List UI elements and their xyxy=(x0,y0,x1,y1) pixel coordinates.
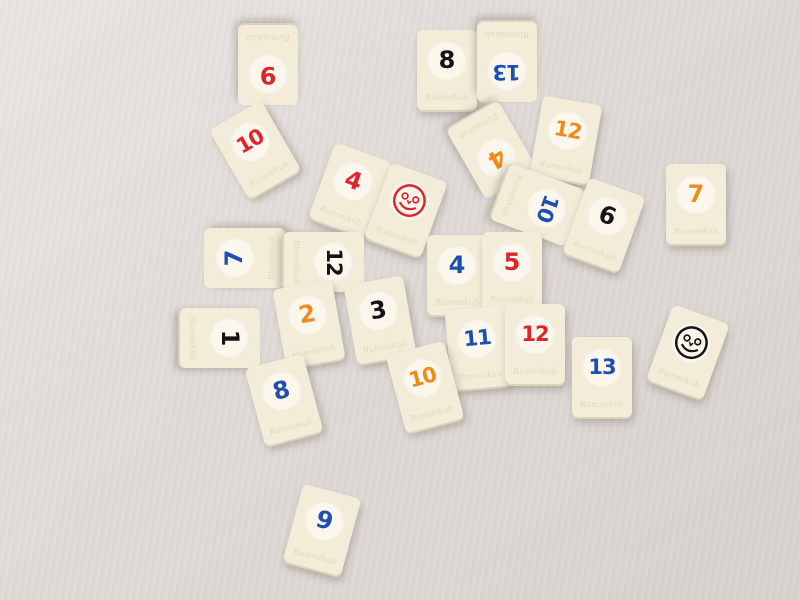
tile-brand: Rummikub xyxy=(424,93,470,102)
rummikub-tile: Rummikub xyxy=(646,304,730,400)
tile-number: 5 xyxy=(503,248,521,276)
rummikub-tile: 12 Rummikub xyxy=(505,304,565,384)
tile-brand: Rummikub xyxy=(188,315,197,361)
rummikub-tile: 13 Rummikub xyxy=(477,22,537,102)
tile-number: 3 xyxy=(367,294,389,326)
tile-brand: Rummikub xyxy=(572,239,617,263)
tile-brand: Rummikub xyxy=(489,295,535,304)
rummikub-tile: 1 Rummikub xyxy=(180,308,260,368)
tile-number: 7 xyxy=(220,249,248,267)
tile-brand: Rummikub xyxy=(268,416,314,437)
tile-number: 10 xyxy=(406,362,439,393)
rummikub-tile: 9 Rummikub xyxy=(282,483,362,577)
rummikub-tile: 7 Rummikub xyxy=(204,228,284,288)
tile-number: 12 xyxy=(552,115,584,145)
tile-brand: Rummikub xyxy=(374,224,419,248)
tile-brand: Rummikub xyxy=(434,298,480,307)
rummikub-tile: 8 Rummikub xyxy=(244,353,324,447)
tile-number: 7 xyxy=(687,180,705,208)
rummikub-tile: 4 Rummikub xyxy=(427,235,487,315)
rummikub-tile: 9 Rummikub xyxy=(238,25,298,105)
tile-number: 9 xyxy=(259,61,277,89)
tile-brand: Rummikub xyxy=(267,235,276,281)
tile-brand: Rummikub xyxy=(318,204,363,228)
tile-number: 12 xyxy=(521,322,549,346)
tile-number: 1 xyxy=(216,329,244,347)
tile-number: 4 xyxy=(448,251,466,279)
tile-brand: Rummikub xyxy=(292,239,301,285)
tile-brand: Rummikub xyxy=(673,227,719,236)
rummikub-tile: 12 Rummikub xyxy=(529,95,603,185)
rummikub-tile: 2 Rummikub xyxy=(272,279,346,369)
tile-number: 8 xyxy=(438,46,456,74)
tile-brand: Rummikub xyxy=(458,368,503,382)
tile-brand: Rummikub xyxy=(409,403,455,424)
tile-brand: Rummikub xyxy=(656,366,701,390)
tile-number: 9 xyxy=(312,504,337,537)
tile-brand: Rummikub xyxy=(579,400,625,409)
tile-number: 2 xyxy=(296,298,318,330)
rummikub-tile: 7 Rummikub xyxy=(666,164,726,244)
tile-brand: Rummikub xyxy=(292,546,338,567)
tile-brand: Rummikub xyxy=(245,33,291,42)
tile-number: 8 xyxy=(269,374,294,407)
joker-face-icon xyxy=(392,184,426,218)
rummikub-tile: 8 Rummikub xyxy=(417,30,477,110)
tile-brand: Rummikub xyxy=(484,30,530,39)
tile-brand: Rummikub xyxy=(512,367,558,376)
tile-number: 13 xyxy=(588,355,616,379)
rummikub-tile: 5 Rummikub xyxy=(482,232,542,312)
rummikub-tile: 10 Rummikub xyxy=(209,100,301,200)
rummikub-tile: 11 Rummikub xyxy=(444,305,512,391)
tabletop: 9 Rummikub 8 Rummikub 13 Rummikub 10 Rummikub 4 R… xyxy=(0,0,800,600)
tile-number: 11 xyxy=(462,324,492,352)
joker-face-icon xyxy=(674,326,708,360)
tile-number: 13 xyxy=(493,60,521,84)
rummikub-tile: 13 Rummikub xyxy=(572,337,632,417)
